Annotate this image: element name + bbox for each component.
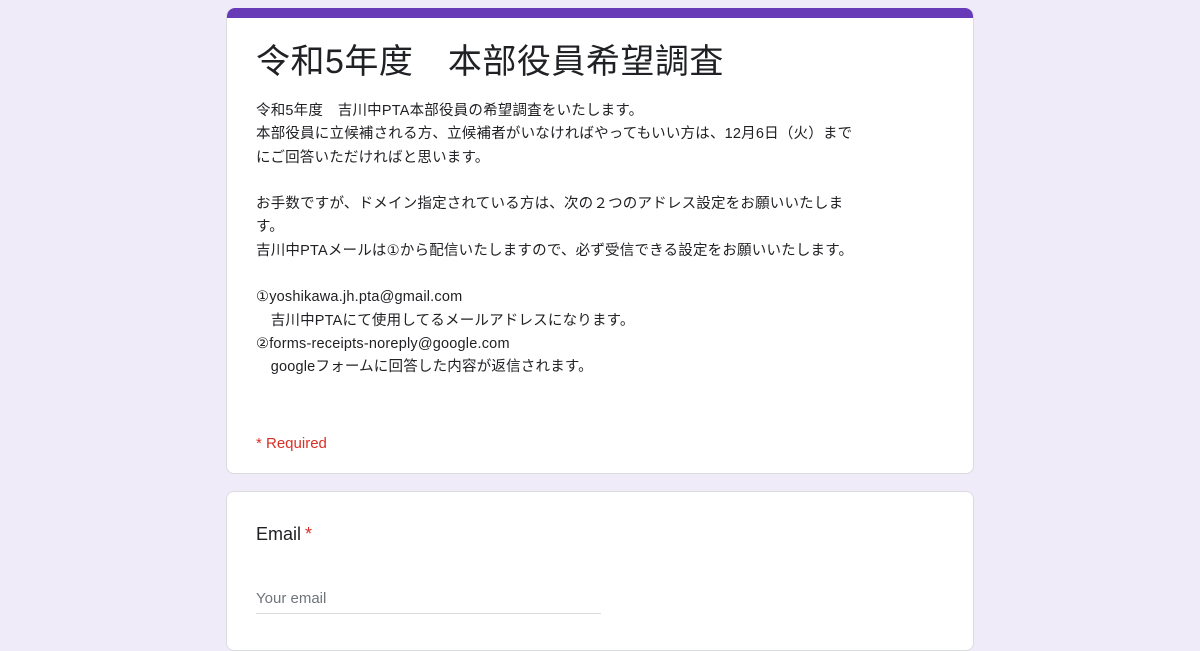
form-description: 令和5年度 吉川中PTA本部役員の希望調査をいたします。 本部役員に立候補される… xyxy=(256,100,944,380)
header-inner: 令和5年度 本部役員希望調査 令和5年度 吉川中PTA本部役員の希望調査をいたし… xyxy=(227,18,973,380)
required-asterisk: * xyxy=(305,524,313,544)
description-line xyxy=(256,170,944,193)
description-line: お手数ですが、ドメイン指定されている方は、次の２つのアドレス設定をお願いいたしま xyxy=(256,196,844,213)
description-line: す。 xyxy=(256,219,284,236)
email-question-label: Email xyxy=(256,524,302,544)
email-question-card: Email * xyxy=(226,491,974,651)
description-line: ①yoshikawa.jh.pta@gmail.com xyxy=(256,289,463,306)
description-line: 吉川中PTAメールは①から配信いたしますので、必ず受信できる設定をお願いいたしま… xyxy=(256,242,854,259)
email-input[interactable] xyxy=(256,586,601,614)
description-line: にご回答いただければと思います。 xyxy=(256,149,490,166)
theme-accent-bar xyxy=(227,8,973,18)
description-line: ②forms-receipts-noreply@google.com xyxy=(256,335,510,352)
description-line: 本部役員に立候補される方、立候補者がいなければやってもいい方は、12月6日（火）… xyxy=(256,126,853,143)
description-line xyxy=(256,263,944,286)
description-line: googleフォームに回答した内容が返信されます。 xyxy=(256,359,593,376)
description-line: 令和5年度 吉川中PTA本部役員の希望調査をいたします。 xyxy=(256,103,644,119)
description-line: 吉川中PTAにて使用してるメールアドレスになります。 xyxy=(256,312,635,329)
form-container: 令和5年度 本部役員希望調査 令和5年度 吉川中PTA本部役員の希望調査をいたし… xyxy=(226,8,974,651)
email-question-title: Email * xyxy=(256,522,944,546)
form-header-card: 令和5年度 本部役員希望調査 令和5年度 吉川中PTA本部役員の希望調査をいたし… xyxy=(226,8,974,474)
form-title: 令和5年度 本部役員希望調査 xyxy=(256,43,724,81)
required-note: * Required xyxy=(256,435,327,452)
